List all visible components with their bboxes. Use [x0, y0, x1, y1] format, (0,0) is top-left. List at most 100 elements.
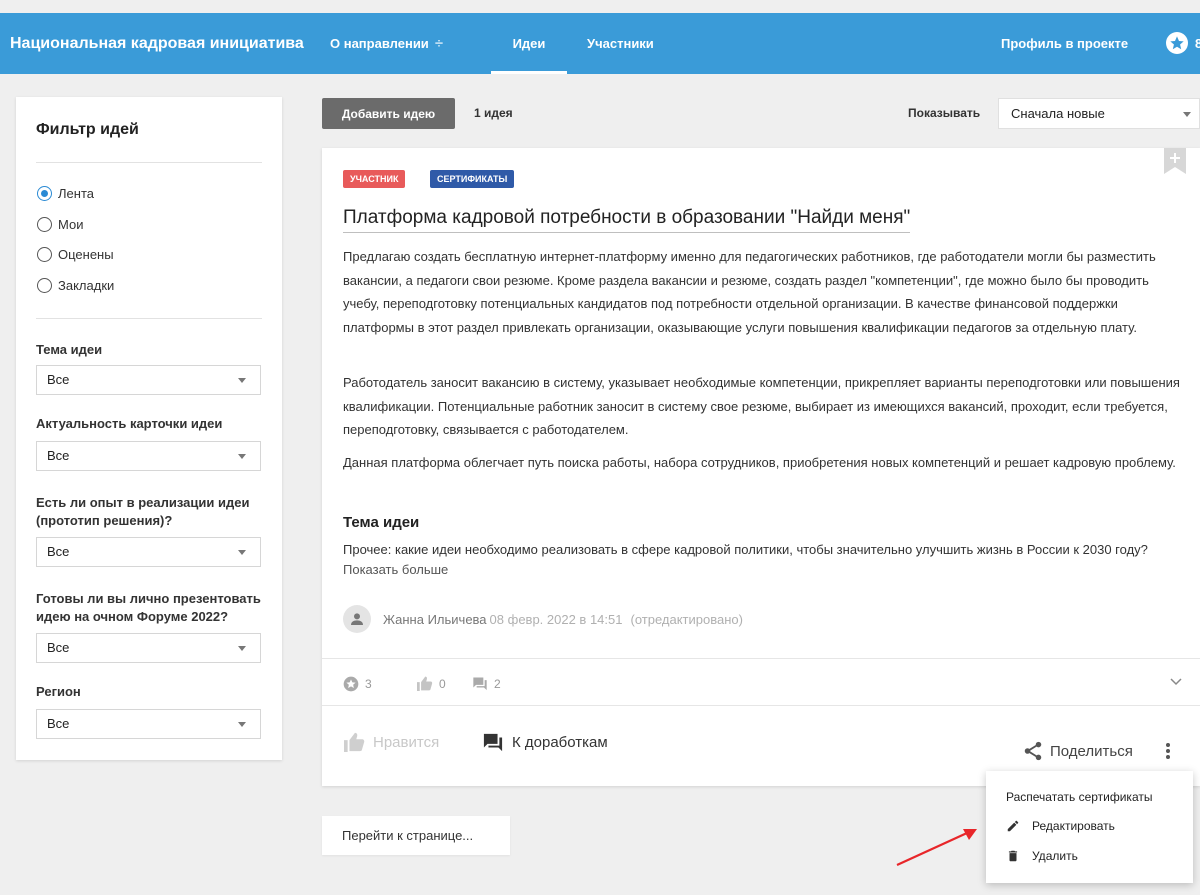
show-more-link[interactable]: Показать больше: [343, 562, 448, 577]
filter-title: Фильтр идей: [36, 121, 139, 138]
select-value: Все: [47, 448, 70, 463]
thumb-up-icon: [417, 676, 433, 691]
more-vertical-icon[interactable]: [1164, 742, 1172, 760]
radio-rated[interactable]: Оценены: [37, 247, 114, 262]
author-name[interactable]: Жанна Ильичева: [383, 612, 487, 627]
radio-icon: [37, 247, 52, 262]
comments-icon: [483, 733, 503, 752]
rating-stat: 3: [343, 676, 372, 692]
filter-region-select[interactable]: Все: [36, 709, 261, 739]
nav-profile[interactable]: Профиль в проекте: [1001, 13, 1128, 74]
comments-icon: [473, 677, 487, 691]
add-idea-button[interactable]: Добавить идею: [322, 98, 455, 129]
dropdown-arrow-icon: [238, 646, 246, 651]
trash-icon: [1008, 850, 1018, 862]
thumb-up-icon: [344, 732, 365, 752]
top-navbar: Национальная кадровая инициатива О напра…: [0, 13, 1200, 74]
avatar[interactable]: [343, 605, 371, 633]
filter-region-label: Регион: [36, 684, 81, 699]
sort-select[interactable]: Сначала новые: [998, 98, 1200, 129]
menu-print-certificates[interactable]: Распечатать сертификаты: [1006, 790, 1152, 804]
menu-label: Распечатать сертификаты: [1006, 790, 1153, 804]
share-icon: [1024, 741, 1042, 761]
likes-value: 0: [439, 676, 446, 691]
radio-bookmarks[interactable]: Закладки: [37, 278, 114, 293]
radio-label: Лента: [58, 186, 94, 201]
dropdown-arrow-icon: [238, 378, 246, 383]
radio-icon: [37, 217, 52, 232]
dropdown-arrow-icon: [238, 550, 246, 555]
nav-ideas[interactable]: Идеи: [491, 13, 567, 74]
expand-icon: ÷: [434, 35, 444, 52]
sort-label: Показывать: [908, 106, 981, 120]
radio-icon: [37, 278, 52, 293]
menu-delete[interactable]: Удалить: [1006, 849, 1078, 863]
nav-about-label: О направлении: [330, 36, 429, 51]
filter-experience-label: Есть ли опыт в реализации идеи (прототип…: [36, 495, 250, 528]
comments-stat: 2: [472, 676, 501, 691]
divider: [36, 162, 262, 163]
dropdown-arrow-icon: [1183, 112, 1191, 117]
ideas-count: 1 идея: [474, 106, 513, 120]
likes-stat: 0: [416, 676, 446, 691]
tag-participant[interactable]: Участник: [343, 170, 406, 188]
share-label: Поделиться: [1050, 742, 1133, 760]
theme-heading: Тема идеи: [343, 514, 420, 531]
select-value: Все: [47, 544, 70, 559]
dropdown-arrow-icon: [238, 454, 246, 459]
annotation-arrow-icon: [896, 829, 977, 867]
filter-theme-select[interactable]: Все: [36, 365, 261, 395]
theme-text: Прочее: какие идеи необходимо реализоват…: [343, 542, 1148, 557]
divider: [322, 705, 1200, 706]
filter-forum-label: Готовы ли вы лично презентовать идею на …: [36, 591, 261, 624]
idea-card: Участник Сертификаты Платформа кадровой …: [322, 148, 1200, 786]
radio-checked-icon: [37, 186, 52, 201]
idea-paragraph: Данная платформа облегчает путь поиска р…: [343, 455, 1176, 470]
divider: [36, 318, 262, 319]
menu-edit[interactable]: Редактировать: [1006, 819, 1115, 833]
filter-experience-select[interactable]: Все: [36, 537, 261, 567]
edited-label: (отредактировано): [630, 612, 743, 627]
brand-title[interactable]: Национальная кадровая инициатива: [10, 13, 304, 74]
star-rating-icon[interactable]: [1166, 32, 1188, 54]
radio-mine[interactable]: Мои: [37, 217, 83, 232]
chevron-down-icon[interactable]: [1170, 676, 1182, 686]
rating-value: 3: [365, 677, 372, 691]
like-button[interactable]: Нравится: [343, 732, 439, 752]
user-icon: [351, 613, 363, 625]
select-value: Все: [47, 372, 70, 387]
goto-page-button[interactable]: Перейти к странице...: [322, 816, 510, 855]
author-line: Жанна Ильичева 08 февр. 2022 в 14:51 (отре…: [383, 612, 743, 627]
filter-theme-label: Тема идеи: [36, 342, 103, 357]
dropdown-arrow-icon: [238, 722, 246, 727]
filter-relevance-label: Актуальность карточки идеи: [36, 416, 223, 431]
radio-feed[interactable]: Лента: [37, 186, 94, 201]
menu-label: Редактировать: [1032, 819, 1115, 833]
tag-certificates[interactable]: Сертификаты: [430, 170, 515, 188]
select-value: Все: [47, 640, 70, 655]
post-date: 08 февр. 2022 в 14:51: [489, 612, 623, 627]
radio-label: Закладки: [58, 278, 115, 293]
like-label: Нравится: [373, 733, 440, 751]
idea-filter-panel: Фильтр идей Лента Мои Оценены Закладки Т…: [16, 97, 282, 760]
nav-participants[interactable]: Участники: [587, 13, 654, 74]
rework-label: К доработкам: [512, 733, 608, 751]
radio-label: Оценены: [58, 247, 114, 262]
divider: [322, 658, 1200, 659]
sort-value: Сначала новые: [1011, 106, 1105, 121]
star-rating-icon: [343, 676, 359, 692]
card-context-menu: Распечатать сертификаты Редактировать Уд…: [986, 771, 1193, 883]
radio-label: Мои: [58, 217, 84, 232]
bookmark-add-icon[interactable]: [1164, 148, 1186, 174]
filter-relevance-select[interactable]: Все: [36, 441, 261, 471]
rework-button[interactable]: К доработкам: [482, 732, 608, 752]
filter-forum-select[interactable]: Все: [36, 633, 261, 663]
menu-label: Удалить: [1032, 849, 1078, 863]
select-value: Все: [47, 716, 70, 731]
idea-paragraph: Работодатель заносит вакансию в систему,…: [343, 375, 1180, 437]
share-button[interactable]: Поделиться: [1022, 740, 1133, 762]
pencil-icon: [1007, 820, 1019, 832]
idea-title[interactable]: Платформа кадровой потребности в образов…: [343, 207, 911, 233]
comments-value: 2: [494, 676, 501, 691]
nav-about[interactable]: О направлении ÷: [330, 13, 443, 74]
